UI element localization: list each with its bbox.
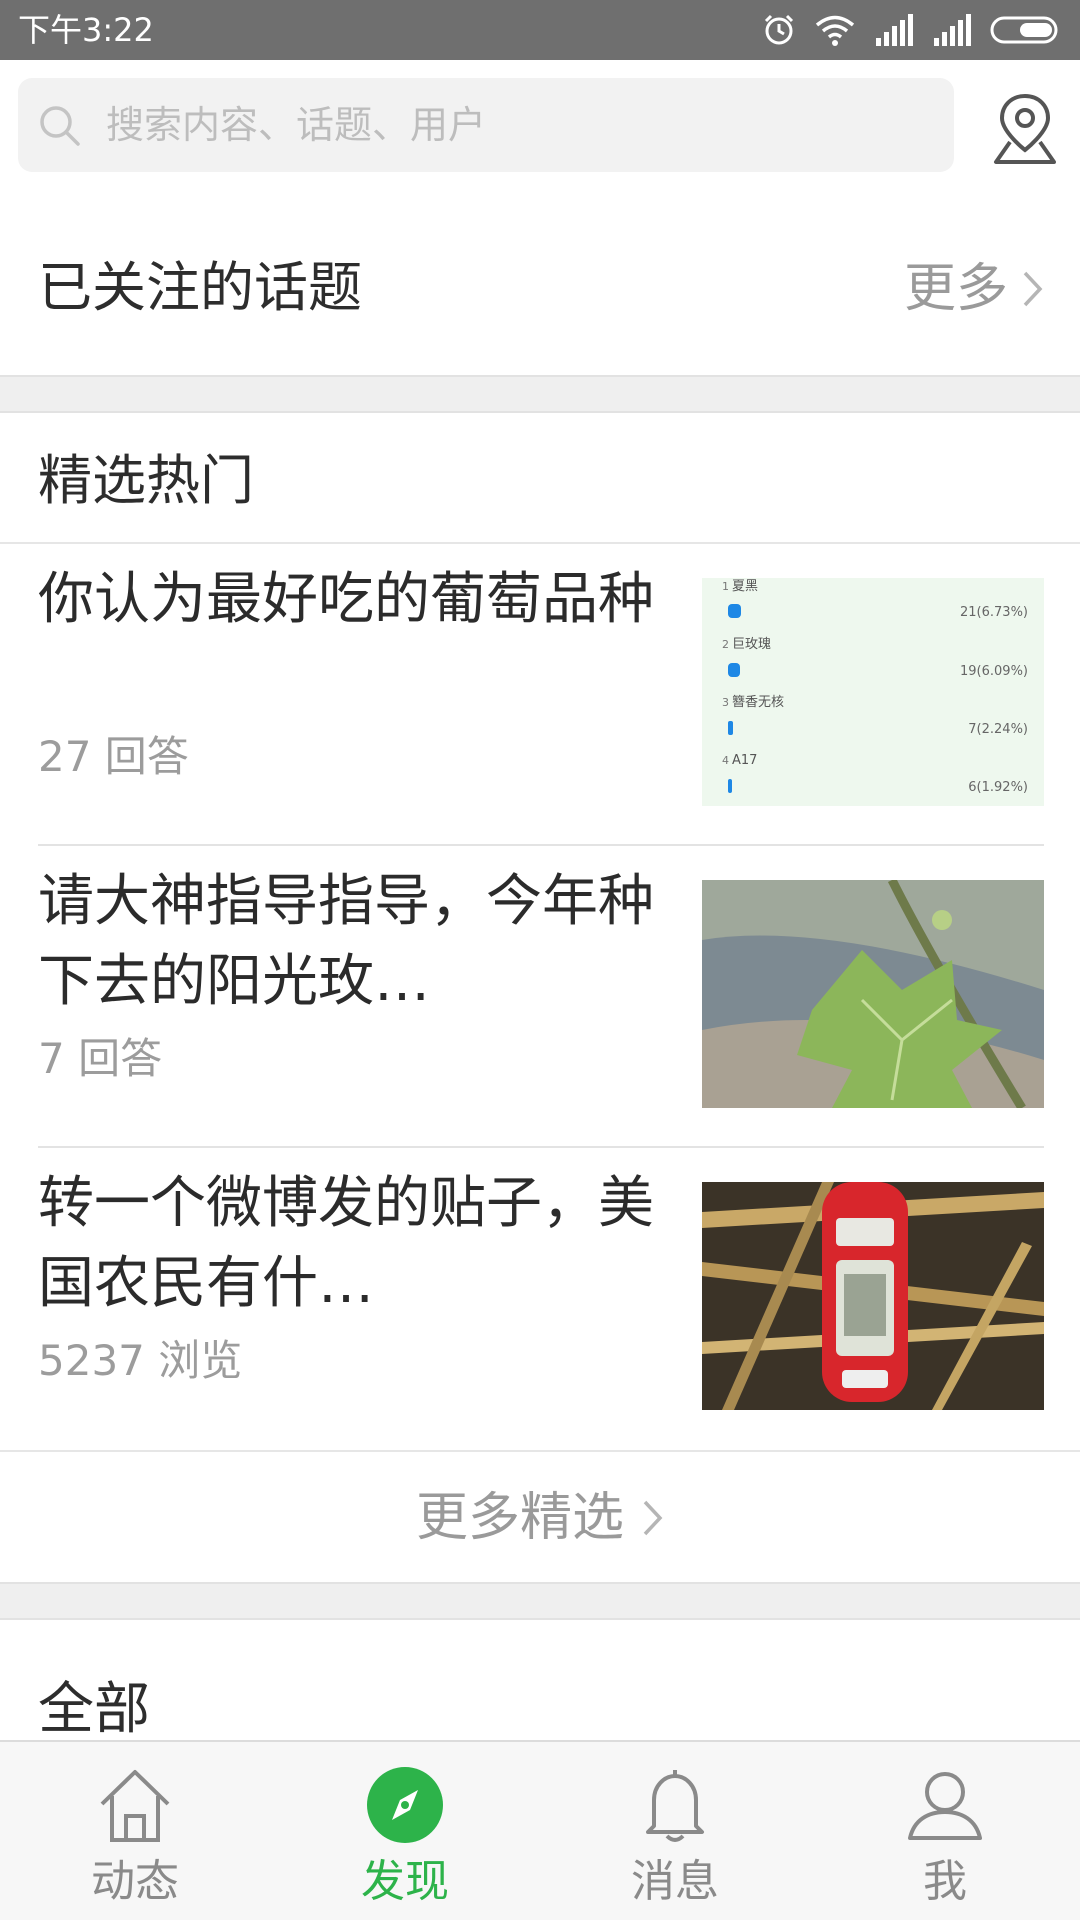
person-icon bbox=[908, 1772, 982, 1840]
svg-text:巨玫瑰: 巨玫瑰 bbox=[732, 636, 771, 652]
status-time: 下午3:22 bbox=[18, 11, 154, 49]
svg-text:A17: A17 bbox=[732, 753, 757, 768]
post-thumbnail-thermometer-photo bbox=[702, 1182, 1044, 1410]
home-icon bbox=[100, 1770, 170, 1842]
compass-icon bbox=[367, 1767, 443, 1843]
svg-text:4: 4 bbox=[722, 754, 729, 767]
location-pin-icon[interactable] bbox=[990, 90, 1060, 166]
followed-topics-title: 已关注的话题 bbox=[38, 256, 362, 319]
search-row: 搜索内容、话题、用户 bbox=[0, 60, 1080, 190]
search-icon bbox=[40, 106, 80, 146]
chevron-right-icon bbox=[643, 1500, 663, 1536]
picks-title: 精选热门 bbox=[38, 449, 254, 512]
post-thumbnail-grape-leaf-photo bbox=[702, 880, 1044, 1108]
featured-post-3[interactable]: 转一个微博发的贴子，美国农民有什… 5237 浏览 bbox=[38, 1148, 1044, 1450]
signal-icon-2 bbox=[934, 14, 971, 46]
tab-label: 动态 bbox=[91, 1856, 179, 1907]
battery-icon bbox=[990, 16, 1058, 44]
tab-label: 消息 bbox=[631, 1856, 719, 1907]
poll-bar-3 bbox=[728, 721, 733, 735]
status-icons bbox=[762, 12, 1062, 48]
post-title: 请大神指导指导，今年种下去的阳光玫… bbox=[38, 869, 654, 1014]
followed-more-label: 更多 bbox=[903, 259, 1008, 319]
followed-topics-row[interactable]: 已关注的话题 更多 bbox=[0, 225, 1080, 375]
chevron-right-icon bbox=[1023, 271, 1043, 307]
tab-discover[interactable]: 发现 bbox=[270, 1742, 540, 1920]
search-placeholder: 搜索内容、话题、用户 bbox=[106, 103, 487, 147]
picks-header: 精选热门 bbox=[0, 412, 1080, 544]
poll-row-4: 4 A17 6(1.92%) bbox=[722, 753, 1028, 795]
more-picks-label: 更多精选 bbox=[415, 1488, 624, 1548]
discover-screen: 下午3:22 搜索内容、话题、用户 已关注的话题 更多 精选热门 你认为最好吃的… bbox=[0, 0, 1080, 1920]
tab-feed[interactable]: 动态 bbox=[0, 1742, 270, 1920]
tab-me[interactable]: 我 bbox=[810, 1742, 1080, 1920]
section-divider bbox=[0, 1582, 1080, 1620]
featured-post-1[interactable]: 你认为最好吃的葡萄品种 27 回答 1 夏黑 21(6.73%) 2 巨玫瑰 1… bbox=[38, 544, 1044, 846]
svg-text:簪香无核: 簪香无核 bbox=[732, 694, 784, 710]
more-picks-link[interactable]: 更多精选 bbox=[0, 1450, 1080, 1582]
svg-text:夏黑: 夏黑 bbox=[732, 579, 758, 594]
all-section-title: 全部 bbox=[38, 1677, 150, 1742]
status-bar: 下午3:22 bbox=[0, 0, 1080, 60]
poll-bar-4 bbox=[728, 779, 732, 793]
post-title: 转一个微博发的贴子，美国农民有什… bbox=[38, 1171, 654, 1316]
tab-label: 发现 bbox=[361, 1856, 449, 1907]
svg-text:6(1.92%): 6(1.92%) bbox=[968, 780, 1028, 795]
post-thumbnail-poll: 1 夏黑 21(6.73%) 2 巨玫瑰 19(6.09%) 3 簪香无核 7(… bbox=[702, 578, 1044, 806]
poll-row-1: 1 夏黑 21(6.73%) bbox=[722, 579, 1028, 620]
svg-text:7(2.24%): 7(2.24%) bbox=[968, 722, 1028, 737]
svg-text:2: 2 bbox=[722, 638, 729, 651]
post-meta: 7 回答 bbox=[38, 1034, 163, 1083]
search-input[interactable]: 搜索内容、话题、用户 bbox=[18, 78, 954, 172]
poll-row-2: 2 巨玫瑰 19(6.09%) bbox=[722, 636, 1028, 679]
alarm-icon bbox=[764, 14, 794, 45]
followed-more-link[interactable]: 更多 bbox=[904, 257, 1044, 321]
svg-text:1: 1 bbox=[722, 580, 729, 593]
wifi-icon bbox=[815, 15, 855, 46]
svg-text:19(6.09%): 19(6.09%) bbox=[960, 664, 1028, 679]
post-meta: 5237 浏览 bbox=[38, 1336, 243, 1385]
bottom-tab-bar: 动态 发现 消息 我 bbox=[0, 1740, 1080, 1920]
poll-bar-1 bbox=[728, 604, 741, 618]
poll-bar-2 bbox=[728, 663, 740, 677]
featured-post-2[interactable]: 请大神指导指导，今年种下去的阳光玫… 7 回答 bbox=[38, 846, 1044, 1148]
svg-text:3: 3 bbox=[722, 696, 729, 709]
post-meta: 27 回答 bbox=[38, 732, 189, 781]
bell-icon bbox=[646, 1770, 704, 1842]
tab-label: 我 bbox=[923, 1856, 967, 1907]
poll-row-3: 3 簪香无核 7(2.24%) bbox=[722, 694, 1028, 737]
section-divider bbox=[0, 375, 1080, 413]
svg-text:21(6.73%): 21(6.73%) bbox=[960, 605, 1028, 620]
post-title: 你认为最好吃的葡萄品种 bbox=[38, 567, 654, 632]
tab-messages[interactable]: 消息 bbox=[540, 1742, 810, 1920]
signal-icon bbox=[876, 14, 913, 46]
